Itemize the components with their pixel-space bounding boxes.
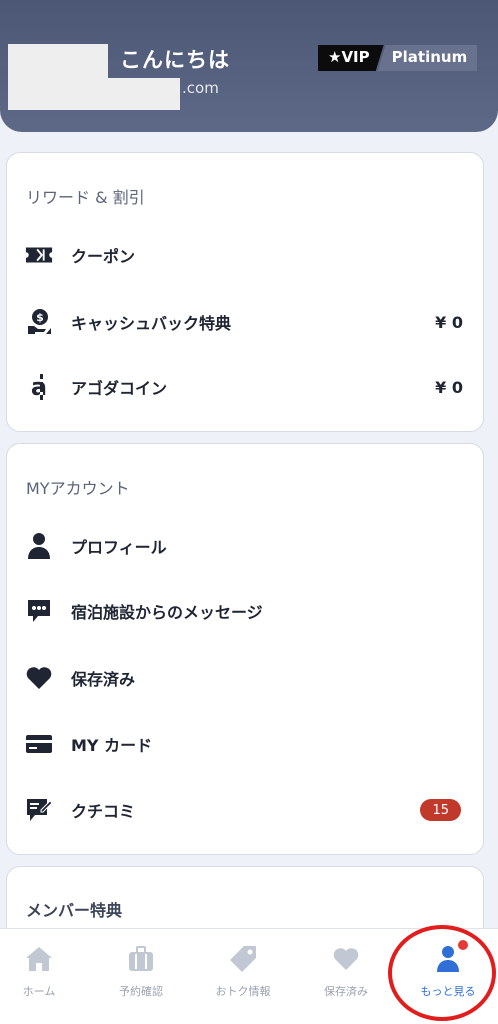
nav-deals-label: おトク情報: [215, 985, 271, 998]
rewards-card: リワード & 割引 クーポン $ キャッシュバック特典 ¥ 0 a アゴダコイン…: [6, 152, 484, 432]
saved-label: 保存済み: [71, 670, 136, 689]
account-card-title: MYアカウント: [26, 479, 130, 498]
account-card: MYアカウント プロフィール 宿泊施設からのメッセージ 保存済み MY カード …: [6, 443, 484, 855]
svg-text:$: $: [36, 311, 44, 324]
coupon-label: クーポン: [71, 247, 136, 266]
my-card-label: MY カード: [71, 736, 153, 755]
nav-deals[interactable]: おトク情報: [193, 929, 293, 1024]
profile-label: プロフィール: [71, 538, 167, 557]
rewards-card-title: リワード & 割引: [26, 188, 145, 207]
email-suffix: .com: [182, 79, 219, 97]
agoda-coin-icon: a: [25, 373, 53, 401]
cashback-value: ¥ 0: [435, 312, 463, 332]
member-card-title: メンバー特典: [26, 901, 123, 920]
nav-bookings[interactable]: 予約確認: [91, 929, 191, 1024]
reviews-row[interactable]: クチコミ 15: [7, 790, 483, 830]
heart-icon: [25, 664, 53, 692]
vip-tier-badge[interactable]: ★VIP Platinum: [318, 45, 478, 71]
nav-home-label: ホーム: [22, 985, 56, 998]
cashback-hand-icon: $: [25, 308, 53, 336]
reviews-label: クチコミ: [71, 802, 136, 821]
message-icon: [25, 597, 53, 625]
agoda-coin-row[interactable]: a アゴダコイン ¥ 0: [7, 367, 483, 407]
nav-bookings-label: 予約確認: [119, 985, 163, 998]
review-icon: [25, 796, 53, 824]
profile-header: こんにちは .com ★VIP Platinum: [0, 0, 498, 132]
coupon-row[interactable]: クーポン: [7, 235, 483, 275]
profile-row[interactable]: プロフィール: [7, 526, 483, 566]
my-card-row[interactable]: MY カード: [7, 724, 483, 764]
suitcase-icon: [127, 943, 155, 975]
ticket-icon: [25, 241, 53, 269]
highlight-annotation-circle: [388, 925, 496, 1021]
person-icon: [25, 532, 53, 560]
agoda-coin-value: ¥ 0: [435, 377, 463, 397]
nav-saved[interactable]: 保存済み: [296, 929, 396, 1024]
credit-card-icon: [25, 730, 53, 758]
cashback-label: キャッシュバック特典: [71, 314, 232, 333]
reviews-count-badge: 15: [420, 799, 461, 821]
messages-label: 宿泊施設からのメッセージ: [71, 603, 263, 622]
agoda-coin-label: アゴダコイン: [71, 379, 168, 398]
cashback-row[interactable]: $ キャッシュバック特典 ¥ 0: [7, 302, 483, 342]
redacted-email: [8, 78, 180, 110]
saved-row[interactable]: 保存済み: [7, 658, 483, 698]
greeting-text: こんにちは: [120, 48, 230, 72]
home-icon: [25, 943, 53, 975]
tag-icon: [229, 943, 257, 975]
vip-label: ★VIP: [318, 45, 384, 71]
nav-home[interactable]: ホーム: [0, 929, 89, 1024]
tier-label: Platinum: [377, 45, 478, 71]
svg-text:a: a: [31, 373, 47, 401]
nav-saved-label: 保存済み: [324, 985, 368, 998]
heart-icon: [332, 943, 360, 975]
redacted-name: [8, 44, 108, 78]
messages-row[interactable]: 宿泊施設からのメッセージ: [7, 591, 483, 631]
